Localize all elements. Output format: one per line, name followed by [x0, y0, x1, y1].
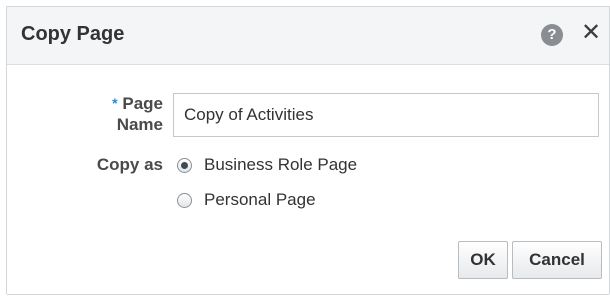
radio-button-checked[interactable]	[177, 157, 192, 173]
radio-personal-page[interactable]: Personal Page	[177, 188, 316, 212]
dialog-title: Copy Page	[21, 23, 125, 45]
dialog-header: Copy Page ? ✕	[7, 7, 609, 65]
required-marker: *	[112, 95, 118, 111]
radio-label-business-role-page: Business Role Page	[204, 155, 358, 174]
cancel-button[interactable]: Cancel	[512, 241, 602, 279]
help-icon[interactable]: ?	[541, 24, 563, 46]
page-name-label: * Page Name	[112, 94, 163, 134]
page-name-input[interactable]	[173, 93, 599, 137]
radio-label-personal-page: Personal Page	[204, 190, 316, 209]
radio-button-unchecked[interactable]	[177, 192, 192, 208]
close-icon[interactable]: ✕	[581, 20, 601, 46]
dialog-bottom-border	[7, 294, 609, 295]
ok-button[interactable]: OK	[458, 241, 508, 279]
radio-business-role-page[interactable]: Business Role Page	[177, 153, 357, 177]
copy-as-label: Copy as	[96, 155, 163, 174]
copy-page-dialog: Copy Page ? ✕ * Page Name Copy as Busine…	[6, 6, 610, 295]
